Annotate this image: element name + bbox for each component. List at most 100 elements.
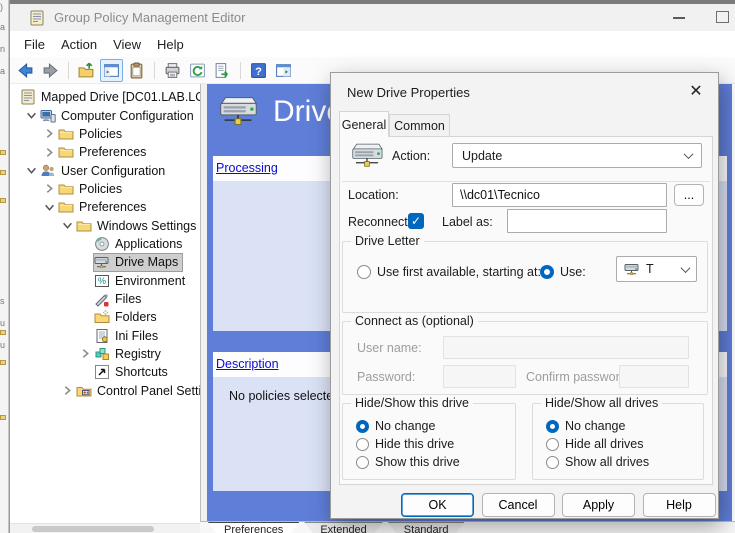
drive-icon (215, 93, 261, 131)
folder-icon (58, 199, 74, 215)
export-list-icon[interactable] (211, 59, 234, 82)
tree-item-label: Mapped Drive [DC01.LAB.LOCA (41, 90, 201, 104)
radio-hide-this-drive[interactable]: Hide this drive (356, 437, 515, 451)
radio-icon[interactable] (356, 438, 369, 451)
apply-button[interactable]: Apply (562, 493, 635, 517)
folder-new-icon (94, 309, 110, 325)
tree-horizontal-scrollbar[interactable] (10, 523, 200, 533)
bottom-tab-preferences[interactable]: Preferences (208, 522, 299, 533)
connect-as-group: Connect as (optional) User name: Passwor… (342, 321, 708, 395)
divider (342, 181, 710, 182)
description-link[interactable]: Description (216, 357, 279, 371)
computer-icon (40, 108, 56, 124)
tree-item-registry[interactable]: Registry (10, 345, 200, 363)
cd-icon (94, 236, 110, 252)
radio-icon[interactable] (546, 438, 559, 451)
tab-general[interactable]: General (339, 111, 389, 137)
tree-item-environment[interactable]: Environment (10, 271, 200, 289)
radio-show-all-drives[interactable]: Show all drives (546, 455, 703, 469)
radio-hide-all-drives[interactable]: Hide all drives (546, 437, 703, 451)
action-select[interactable]: Update (452, 143, 702, 168)
cancel-button[interactable]: Cancel (482, 493, 555, 517)
tree-item-drive-maps[interactable]: Drive Maps (10, 253, 200, 271)
chevron-icon[interactable] (22, 110, 40, 121)
chevron-icon[interactable] (40, 183, 58, 194)
drive-icon (94, 254, 110, 270)
up-one-level-icon[interactable] (75, 59, 98, 82)
tree-item-mapped-drive-dc01-lab-loca[interactable]: Mapped Drive [DC01.LAB.LOCA (10, 88, 200, 106)
radio-icon[interactable] (546, 420, 559, 433)
scrollbar-thumb[interactable] (32, 526, 154, 532)
tree-item-policies[interactable]: Policies (10, 125, 200, 143)
menu-item-help[interactable]: Help (149, 34, 192, 55)
refresh-icon[interactable] (186, 59, 209, 82)
chevron-icon[interactable] (40, 147, 58, 158)
tree-item-label: Applications (115, 237, 182, 251)
close-icon[interactable]: ✕ (684, 79, 708, 103)
tree-item-computer-configuration[interactable]: Computer Configuration (10, 106, 200, 124)
password-label: Password: (357, 370, 415, 384)
radio-option-label: Hide this drive (375, 437, 454, 451)
label-as-input[interactable] (507, 209, 667, 233)
chevron-icon[interactable] (22, 165, 40, 176)
bottom-tab-extended[interactable]: Extended (304, 522, 382, 533)
tree-item-preferences[interactable]: Preferences (10, 198, 200, 216)
tree-item-applications[interactable]: Applications (10, 235, 200, 253)
tree-item-windows-settings[interactable]: Windows Settings (10, 216, 200, 234)
reconnect-checkbox[interactable]: ✓ (408, 213, 424, 229)
clipboard-icon[interactable] (125, 59, 148, 82)
tab-common[interactable]: Common (389, 114, 450, 137)
menu-bar: FileActionViewHelp (10, 31, 735, 57)
drive-icon (348, 139, 386, 173)
bottom-tab-standard[interactable]: Standard (388, 522, 465, 533)
tree-item-label: Policies (79, 182, 122, 196)
use-radio[interactable] (540, 265, 554, 279)
tree-item-policies[interactable]: Policies (10, 180, 200, 198)
back-icon[interactable] (14, 59, 37, 82)
tree-item-user-configuration[interactable]: User Configuration (10, 161, 200, 179)
forward-icon[interactable] (39, 59, 62, 82)
menu-item-action[interactable]: Action (53, 34, 105, 55)
tree-item-control-panel-setting[interactable]: Control Panel Setting (10, 382, 200, 400)
ok-button[interactable]: OK (401, 493, 474, 517)
radio-show-this-drive[interactable]: Show this drive (356, 455, 515, 469)
maximize-button[interactable] (716, 11, 729, 23)
tree-item-label: Control Panel Setting (97, 384, 201, 398)
radio-no-change[interactable]: No change (546, 419, 703, 433)
chevron-icon[interactable] (40, 128, 58, 139)
new-window-icon[interactable] (272, 59, 295, 82)
help-icon[interactable] (247, 59, 270, 82)
chevron-icon[interactable] (58, 385, 76, 396)
title-bar: Group Policy Management Editor (10, 4, 735, 31)
print-icon[interactable] (161, 59, 184, 82)
help-button[interactable]: Help (643, 493, 716, 517)
menu-item-view[interactable]: View (105, 34, 149, 55)
confirm-password-input (619, 365, 689, 388)
chevron-icon[interactable] (40, 202, 58, 213)
new-drive-properties-dialog: New Drive Properties ✕ General Common Ac… (330, 72, 719, 519)
tree-item-folders[interactable]: Folders (10, 308, 200, 326)
tree-item-preferences[interactable]: Preferences (10, 143, 200, 161)
tree-item-ini-files[interactable]: Ini Files (10, 326, 200, 344)
radio-icon[interactable] (356, 456, 369, 469)
tree-item-files[interactable]: Files (10, 290, 200, 308)
processing-link[interactable]: Processing (216, 161, 278, 175)
chevron-icon[interactable] (76, 348, 94, 359)
radio-icon[interactable] (356, 420, 369, 433)
radio-icon[interactable] (546, 456, 559, 469)
drive-letter-select[interactable]: T (616, 256, 697, 282)
tree-item-label: Shortcuts (115, 365, 168, 379)
menu-item-file[interactable]: File (16, 34, 53, 55)
reconnect-label: Reconnect: (348, 215, 411, 229)
tree-item-shortcuts[interactable]: Shortcuts (10, 363, 200, 381)
radio-no-change[interactable]: No change (356, 419, 515, 433)
tree-item-label: Files (115, 292, 141, 306)
browse-button[interactable]: ... (674, 184, 704, 206)
minimize-button[interactable] (673, 17, 685, 19)
chevron-icon[interactable] (58, 220, 76, 231)
show-console-tree-icon[interactable] (100, 59, 123, 82)
folder-icon (76, 218, 92, 234)
tree-item-label: Computer Configuration (61, 109, 194, 123)
use-first-available-radio[interactable] (357, 265, 371, 279)
location-input[interactable] (452, 183, 667, 207)
